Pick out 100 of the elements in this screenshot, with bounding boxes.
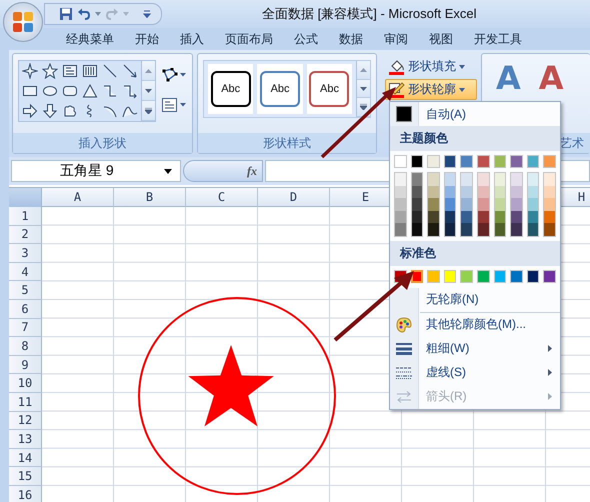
- color-swatch[interactable]: [460, 270, 474, 283]
- ribbon-tab[interactable]: 插入: [170, 28, 214, 50]
- color-swatch[interactable]: [526, 155, 540, 168]
- color-swatch[interactable]: [478, 186, 489, 198]
- color-swatch[interactable]: [544, 210, 555, 224]
- color-swatch[interactable]: [494, 210, 506, 224]
- row-header[interactable]: 5: [9, 281, 42, 300]
- color-swatch[interactable]: [494, 155, 506, 168]
- ribbon-tab[interactable]: 数据: [329, 28, 373, 50]
- color-swatch[interactable]: [444, 155, 456, 168]
- color-swatch[interactable]: [511, 198, 522, 211]
- color-swatch[interactable]: [511, 186, 522, 198]
- name-box[interactable]: 五角星 9: [11, 160, 181, 182]
- color-swatch[interactable]: [412, 198, 422, 211]
- color-swatch[interactable]: [444, 270, 456, 283]
- color-swatch[interactable]: [511, 173, 522, 186]
- shape-outline-button[interactable]: 形状轮廓: [385, 79, 477, 100]
- menu-item[interactable]: 无轮廓(N): [390, 288, 560, 312]
- shape-style-swatch[interactable]: Abc: [210, 71, 251, 107]
- color-swatch[interactable]: [494, 173, 506, 186]
- ribbon-tab[interactable]: 开发工具: [464, 28, 532, 50]
- color-swatch[interactable]: [526, 270, 540, 283]
- office-button[interactable]: [3, 2, 43, 42]
- color-swatch[interactable]: [412, 186, 422, 198]
- color-swatch[interactable]: [494, 198, 506, 211]
- row-header[interactable]: 2: [9, 226, 42, 244]
- color-swatch[interactable]: [510, 155, 523, 168]
- text-box-icon[interactable]: [162, 98, 186, 112]
- color-swatch[interactable]: [528, 223, 538, 236]
- row-header[interactable]: 10: [9, 374, 42, 393]
- ribbon-tab[interactable]: 公式: [284, 28, 328, 50]
- color-swatch[interactable]: [444, 210, 456, 224]
- color-swatch[interactable]: [494, 270, 506, 283]
- color-swatch[interactable]: [511, 223, 522, 236]
- vertical-text-box-icon[interactable]: [82, 63, 98, 79]
- color-swatch[interactable]: [544, 186, 555, 198]
- color-swatch[interactable]: [444, 198, 456, 211]
- text-box-icon[interactable]: [62, 63, 78, 79]
- color-swatch[interactable]: [461, 223, 472, 236]
- row-header[interactable]: 6: [9, 300, 42, 319]
- color-swatch[interactable]: [394, 155, 407, 168]
- star-shape[interactable]: [188, 345, 274, 426]
- menu-item[interactable]: 粗细(W): [390, 336, 560, 361]
- elbow-arrow-icon[interactable]: [122, 83, 138, 99]
- color-swatch[interactable]: [543, 270, 556, 283]
- row-header[interactable]: 14: [9, 448, 42, 468]
- scroll-down-button[interactable]: [142, 81, 155, 101]
- right-arrow-icon[interactable]: [22, 103, 38, 119]
- elbow-connector-icon[interactable]: [102, 83, 118, 99]
- gallery-more-button[interactable]: [142, 101, 155, 121]
- arrow-line-icon[interactable]: [122, 63, 138, 79]
- insert-function-button[interactable]: fx: [247, 164, 257, 178]
- line-icon[interactable]: [102, 63, 118, 79]
- color-swatch[interactable]: [461, 186, 472, 198]
- menu-item[interactable]: 虚线(S): [390, 360, 560, 385]
- color-swatch[interactable]: [410, 270, 424, 283]
- color-swatch[interactable]: [478, 210, 489, 224]
- row-header[interactable]: 11: [9, 392, 42, 412]
- caret-icon[interactable]: [95, 12, 101, 16]
- color-swatch[interactable]: [494, 186, 506, 198]
- save-icon[interactable]: [59, 7, 73, 21]
- row-header[interactable]: 12: [9, 412, 42, 430]
- color-swatch[interactable]: [494, 223, 506, 236]
- row-header[interactable]: 8: [9, 337, 42, 356]
- color-swatch[interactable]: [412, 223, 422, 236]
- shape-fill-button[interactable]: 形状填充: [385, 56, 477, 77]
- wordart-style[interactable]: A: [496, 62, 521, 94]
- color-swatch[interactable]: [428, 223, 439, 236]
- color-swatch[interactable]: [428, 186, 439, 198]
- color-swatch[interactable]: [444, 223, 456, 236]
- color-swatch[interactable]: [427, 155, 440, 168]
- color-swatch[interactable]: [476, 155, 490, 168]
- color-swatch[interactable]: [395, 210, 406, 224]
- rounded-rectangle-icon[interactable]: [62, 83, 78, 99]
- undo-icon[interactable]: [77, 7, 91, 21]
- star-icon[interactable]: [42, 63, 58, 79]
- row-header[interactable]: 1: [9, 207, 42, 226]
- color-swatch[interactable]: [510, 270, 523, 283]
- scroll-down-button[interactable]: [357, 80, 370, 98]
- automatic-color-item[interactable]: 自动(A): [390, 102, 560, 126]
- ribbon-tab[interactable]: 审阅: [374, 28, 418, 50]
- cloud-shape-icon[interactable]: [62, 103, 78, 119]
- customize-toolbar-icon[interactable]: [143, 10, 151, 18]
- triangle-icon[interactable]: [82, 83, 98, 99]
- color-swatch[interactable]: [478, 198, 489, 211]
- color-swatch[interactable]: [428, 173, 439, 186]
- color-swatch[interactable]: [461, 198, 472, 211]
- wordart-style[interactable]: A: [538, 62, 564, 94]
- edit-shape-icon[interactable]: [162, 68, 186, 82]
- ribbon-tab[interactable]: 经典菜单: [56, 28, 124, 50]
- color-swatch[interactable]: [478, 223, 489, 236]
- rectangle-icon[interactable]: [22, 83, 38, 99]
- color-swatch[interactable]: [544, 223, 555, 236]
- ribbon-tab[interactable]: 页面布局: [215, 28, 283, 50]
- circle-shape[interactable]: [138, 297, 336, 495]
- row-header[interactable]: 9: [9, 356, 42, 374]
- color-swatch[interactable]: [428, 198, 439, 211]
- color-swatch[interactable]: [478, 173, 489, 186]
- color-swatch[interactable]: [544, 198, 555, 211]
- row-header[interactable]: 4: [9, 262, 42, 282]
